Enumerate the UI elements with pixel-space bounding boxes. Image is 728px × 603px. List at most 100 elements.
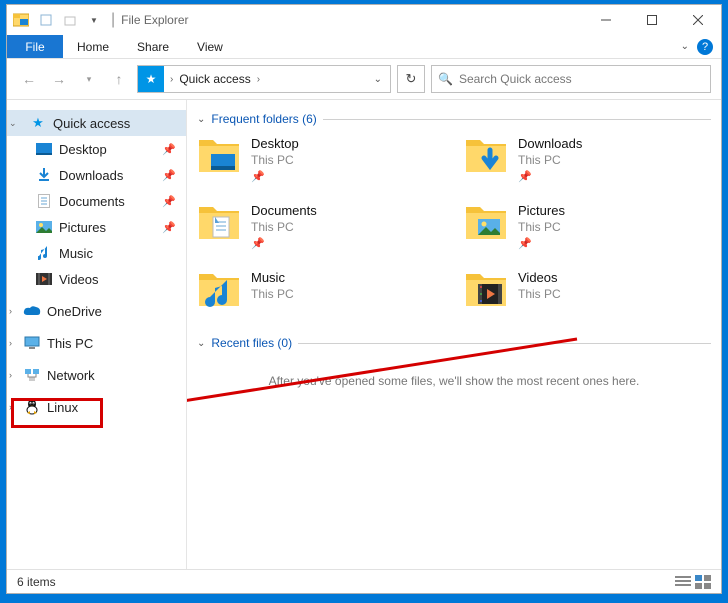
sidebar-item-label: Videos: [59, 272, 99, 287]
pin-icon: 📌: [518, 170, 582, 183]
folder-tile-desktop[interactable]: Desktop This PC 📌: [197, 136, 444, 183]
pc-icon: [23, 335, 41, 351]
sidebar-item-quick-access[interactable]: ⌄ ★ Quick access: [7, 110, 186, 136]
expand-icon[interactable]: ›: [9, 306, 12, 316]
forward-button[interactable]: →: [47, 67, 71, 91]
sidebar-item-label: Documents: [59, 194, 125, 209]
desktop-icon: [35, 141, 53, 157]
expand-icon[interactable]: ›: [9, 338, 12, 348]
maximize-button[interactable]: [629, 5, 675, 35]
pin-icon: 📌: [162, 143, 176, 156]
search-icon: 🔍: [438, 72, 453, 86]
recent-locations-dropdown[interactable]: ▾: [77, 67, 101, 91]
group-header-frequent[interactable]: ⌄ Frequent folders (6): [197, 112, 711, 126]
title-separator: |: [111, 11, 115, 29]
group-label: Recent files (0): [211, 336, 292, 350]
collapse-icon[interactable]: ⌄: [197, 114, 205, 125]
sidebar-item-this-pc[interactable]: › This PC: [7, 330, 186, 356]
pictures-icon: [35, 219, 53, 235]
pin-icon: 📌: [251, 237, 317, 250]
folder-name: Desktop: [251, 136, 299, 151]
folder-tile-documents[interactable]: DocumentsThis PC📌: [197, 203, 444, 250]
ribbon-collapse-icon[interactable]: ⌄: [681, 41, 689, 52]
quick-access-star-icon: ★: [138, 66, 164, 92]
status-item-count: 6 items: [17, 575, 56, 589]
folder-tile-music[interactable]: MusicThis PC: [197, 270, 444, 310]
sidebar-item-network[interactable]: › Network: [7, 362, 186, 388]
sidebar-item-documents[interactable]: Documents 📌: [7, 188, 186, 214]
sidebar-item-onedrive[interactable]: › OneDrive: [7, 298, 186, 324]
folder-icon: [464, 270, 508, 310]
tiles-view-button[interactable]: [695, 575, 711, 589]
tab-view[interactable]: View: [183, 35, 237, 58]
chevron-right-icon[interactable]: ›: [164, 74, 179, 85]
ribbon-tabs: File Home Share View ⌄ ?: [7, 35, 721, 59]
sidebar-item-downloads[interactable]: Downloads 📌: [7, 162, 186, 188]
sidebar-item-label: OneDrive: [47, 304, 102, 319]
chevron-right-icon[interactable]: ›: [251, 74, 266, 85]
address-bar[interactable]: ★ › Quick access › ⌄: [137, 65, 391, 93]
tab-home[interactable]: Home: [63, 35, 123, 58]
network-icon: [23, 367, 41, 383]
folder-name: Pictures: [518, 203, 565, 218]
file-tab[interactable]: File: [7, 35, 63, 58]
folder-name: Documents: [251, 203, 317, 218]
nav-toolbar: ← → ▾ ↑ ★ › Quick access › ⌄ ↻ 🔍 Search …: [7, 59, 721, 99]
search-placeholder: Search Quick access: [459, 72, 572, 86]
pin-icon: 📌: [251, 170, 299, 183]
folder-location: This PC: [251, 153, 299, 167]
group-label: Frequent folders (6): [211, 112, 316, 126]
content-pane: ⌄ Frequent folders (6) DesktopThis PC📌Do…: [187, 100, 721, 569]
folder-tile-pictures[interactable]: Pictures This PC 📌: [464, 203, 711, 250]
close-button[interactable]: [675, 5, 721, 35]
sidebar-item-label: Quick access: [53, 116, 130, 131]
window: ▼ | File Explorer File Home Share View ⌄…: [6, 4, 722, 594]
sidebar-item-label: Desktop: [59, 142, 107, 157]
refresh-button[interactable]: ↻: [397, 65, 425, 93]
folder-icon: [197, 136, 241, 176]
search-input[interactable]: 🔍 Search Quick access: [431, 65, 711, 93]
expand-icon[interactable]: ⌄: [9, 118, 17, 129]
back-button[interactable]: ←: [17, 67, 41, 91]
star-icon: ★: [29, 115, 47, 131]
recent-empty-message: After you've opened some files, we'll sh…: [197, 374, 711, 388]
sidebar-item-label: This PC: [47, 336, 93, 351]
documents-icon: [35, 193, 53, 209]
qat-newfolder-icon[interactable]: [59, 9, 81, 31]
sidebar-item-music[interactable]: Music: [7, 240, 186, 266]
up-button[interactable]: ↑: [107, 67, 131, 91]
minimize-button[interactable]: [583, 5, 629, 35]
folder-icon: [197, 203, 241, 243]
collapse-icon[interactable]: ⌄: [197, 338, 205, 349]
pin-icon: 📌: [162, 169, 176, 182]
sidebar-item-label: Pictures: [59, 220, 106, 235]
address-history-dropdown[interactable]: ⌄: [374, 74, 390, 85]
onedrive-icon: [23, 303, 41, 319]
sidebar-item-videos[interactable]: Videos: [7, 266, 186, 292]
pin-icon: 📌: [518, 237, 565, 250]
help-icon[interactable]: ?: [697, 39, 713, 55]
pin-icon: 📌: [162, 195, 176, 208]
status-bar: 6 items: [7, 569, 721, 593]
downloads-icon: [35, 167, 53, 183]
breadcrumb[interactable]: Quick access: [179, 72, 250, 86]
folder-location: This PC: [518, 220, 565, 234]
folder-icon: [197, 270, 241, 310]
tab-share[interactable]: Share: [123, 35, 183, 58]
folder-location: This PC: [251, 287, 294, 301]
videos-icon: [35, 271, 53, 287]
folder-location: This PC: [518, 153, 582, 167]
folder-tile-videos[interactable]: VideosThis PC: [464, 270, 711, 310]
sidebar-item-pictures[interactable]: Pictures 📌: [7, 214, 186, 240]
qat-properties-icon[interactable]: [35, 9, 57, 31]
navigation-pane: ⌄ ★ Quick access Desktop 📌 Downloads 📌 D…: [7, 100, 187, 569]
folder-name: Downloads: [518, 136, 582, 151]
folder-icon: [464, 203, 508, 243]
details-view-button[interactable]: [675, 575, 691, 589]
expand-icon[interactable]: ›: [9, 370, 12, 380]
sidebar-item-desktop[interactable]: Desktop 📌: [7, 136, 186, 162]
qat-customize-dropdown[interactable]: ▼: [83, 9, 105, 31]
group-header-recent[interactable]: ⌄ Recent files (0): [197, 336, 711, 350]
folder-tile-downloads[interactable]: Downloads This PC 📌: [464, 136, 711, 183]
sidebar-item-label: Network: [47, 368, 95, 383]
